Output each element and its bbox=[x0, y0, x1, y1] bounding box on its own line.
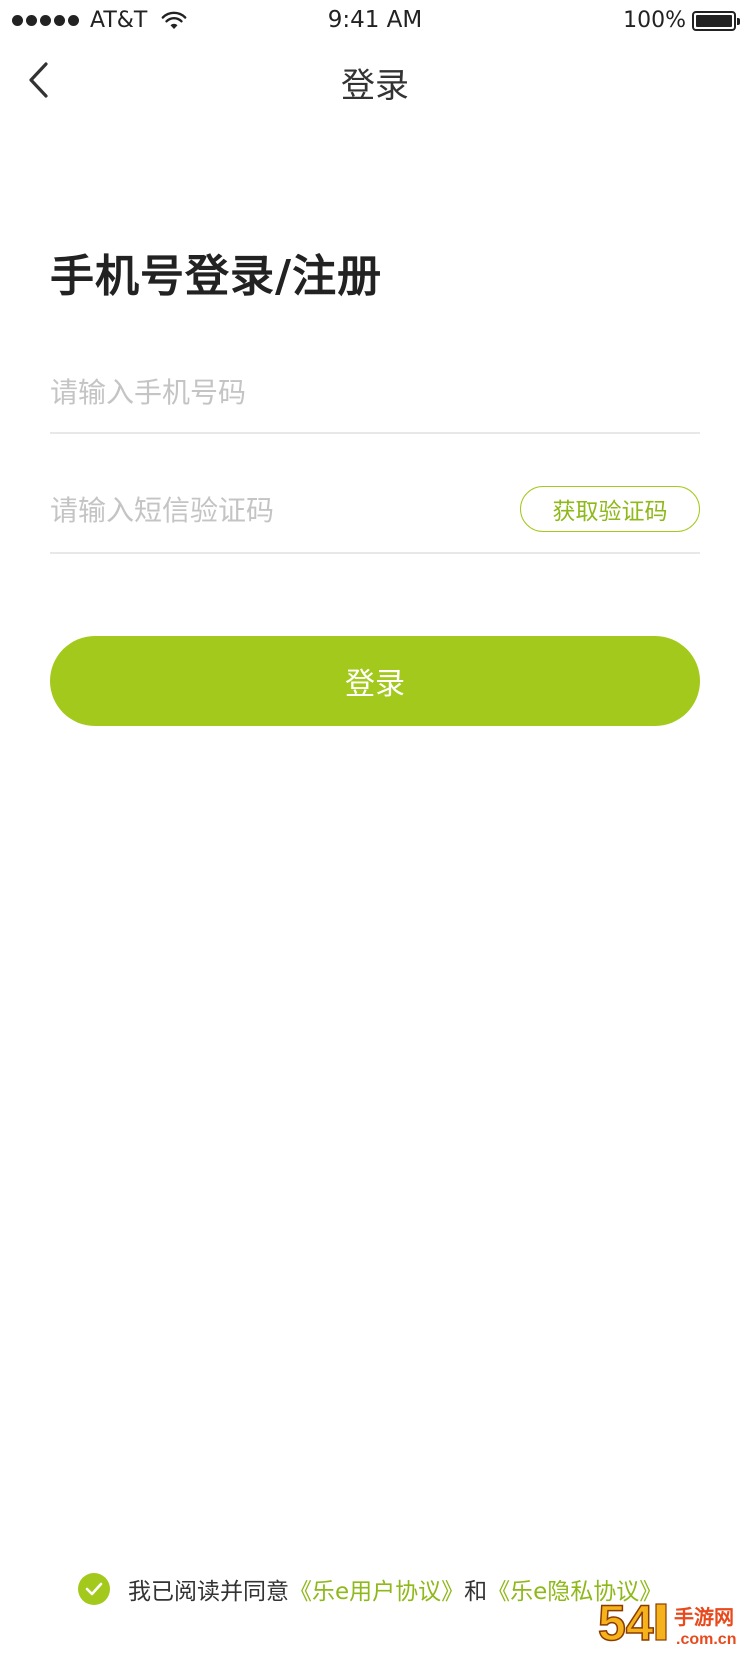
login-screen: AT&T 9:41 AM 100% 登录 手机号登录/注册 请输入手机号码 请输… bbox=[0, 0, 750, 1656]
agreement-row: 我已阅读并同意 《乐e用户协议》 和 《乐e隐私协议》 bbox=[78, 1572, 662, 1606]
code-field-row: 获取验证码 bbox=[50, 478, 700, 554]
phone-field-row bbox=[50, 360, 700, 434]
get-code-button[interactable]: 获取验证码 bbox=[520, 486, 700, 532]
battery-icon bbox=[692, 10, 740, 31]
agreement-checkbox[interactable] bbox=[78, 1573, 110, 1605]
watermark-logo: 54 手游网 .com.cn bbox=[597, 1594, 736, 1652]
page-title: 登录 bbox=[341, 66, 409, 106]
watermark-brand-extra: 手游网 bbox=[674, 1605, 734, 1629]
battery-percent: 100% bbox=[623, 8, 686, 33]
agreement-prefix: 我已阅读并同意 bbox=[128, 1579, 289, 1605]
login-button[interactable]: 登录 bbox=[50, 636, 700, 726]
watermark-brand-main: 54 bbox=[598, 1595, 654, 1651]
sms-code-input[interactable] bbox=[50, 488, 490, 532]
watermark-brand-domain: .com.cn bbox=[676, 1631, 736, 1648]
status-bar: AT&T 9:41 AM 100% bbox=[0, 0, 750, 40]
checkmark-icon bbox=[85, 1582, 103, 1596]
phone-input[interactable] bbox=[50, 370, 490, 414]
agreement-and: 和 bbox=[464, 1579, 488, 1605]
form-heading: 手机号登录/注册 bbox=[50, 251, 383, 302]
battery-fill bbox=[696, 14, 732, 27]
status-right: 100% bbox=[623, 8, 740, 33]
user-agreement-link[interactable]: 《乐e用户协议》 bbox=[289, 1572, 464, 1606]
nav-bar: 登录 bbox=[0, 40, 750, 120]
